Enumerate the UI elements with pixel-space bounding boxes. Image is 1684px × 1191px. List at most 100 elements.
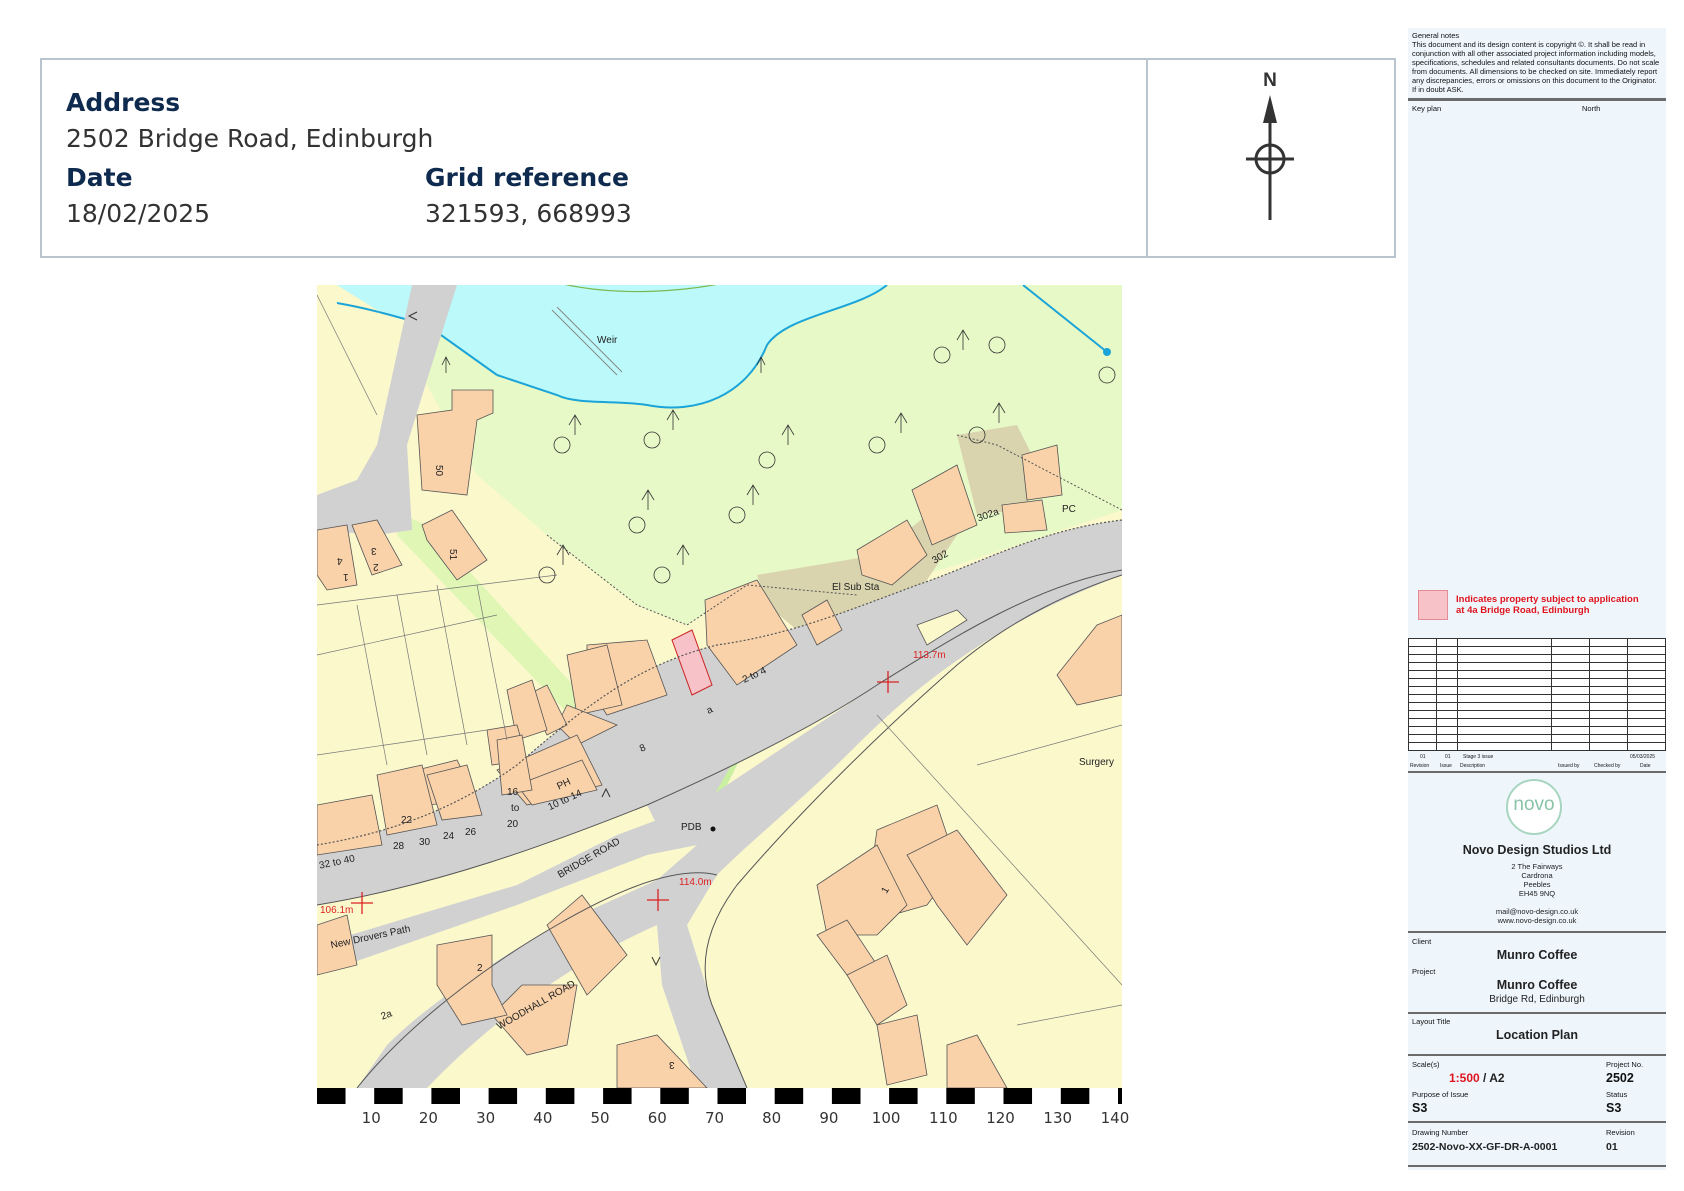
scale-segment [688,1088,718,1104]
company-email[interactable]: mail@novo-design.co.uk [1408,907,1666,916]
map-label-4: 4 [337,555,343,566]
scale-tick-label: 100 [871,1109,901,1127]
project-label: Project [1412,967,1436,976]
scale-tick-label: 20 [418,1109,438,1127]
map-label-3: 3 [371,545,377,556]
scale-paper-size: / A2 [1479,1071,1505,1085]
scale-segment [746,1088,775,1104]
map-label-pdb: PDB [681,822,702,833]
key-plan-label: Key plan [1412,104,1442,113]
layout-title-value: Location Plan [1496,1028,1578,1042]
map-label-height-113: 113.7m [913,650,946,661]
scale-segment [603,1088,632,1104]
scale-segment [517,1088,546,1104]
map-label-50: 50 [433,464,445,477]
legend-swatch [1418,590,1448,620]
panel-divider [1408,1121,1666,1123]
scale-segment [889,1088,918,1104]
novo-logo-icon: novo [1506,779,1562,835]
scale-tick-label: 130 [1043,1109,1073,1127]
scale-segment [1032,1088,1061,1104]
general-notes-title: General notes [1412,31,1460,40]
location-map[interactable]: Weir 50 51 1 3 4 2 302a PC El Sub Sta 30… [317,285,1122,1088]
scale-tick-label: 10 [361,1109,381,1127]
company-address-4: EH45 9NQ [1518,889,1556,898]
company-name: Novo Design Studios Ltd [1462,843,1612,857]
scale-segment [1089,1088,1118,1104]
revision-table: 01 01 Stage 3 issue 05/03/2025 Revision … [1407,638,1667,769]
map-graphic [317,285,1122,1088]
company-address-1: 2 The Fairways [1511,862,1563,871]
scale-ratio: 1:500 [1449,1071,1480,1085]
map-label-to: to [511,803,520,814]
scale-segment [917,1088,947,1104]
map-label-2b: 2 [477,963,483,974]
company-address-2: Cardrona [1521,871,1553,880]
scale-bar [317,1088,1122,1104]
panel-divider [1408,931,1666,933]
map-label-pc: PC [1062,504,1076,515]
date-value: 18/02/2025 [66,199,211,228]
scale-segment [631,1088,661,1104]
map-label-20: 20 [507,819,519,830]
scale-tick-label: 70 [704,1109,725,1127]
project-number-value: 2502 [1606,1071,1634,1085]
scale-tick-label: 140 [1100,1109,1130,1127]
header-box [40,58,1396,258]
scale-segment [660,1088,689,1104]
header-divider [1146,58,1148,258]
company-address-3: Peebles [1523,880,1551,889]
scale-segment [374,1088,403,1104]
revision-value: 01 [1606,1141,1618,1153]
north-label: North [1582,104,1601,113]
map-label-26: 26 [465,827,477,838]
purpose-of-issue-value: S3 [1412,1101,1428,1115]
purpose-of-issue-label: Purpose of Issue [1412,1090,1469,1099]
grid-reference-label: Grid reference [425,163,629,192]
map-label-16: 16 [507,787,519,798]
scale-segment [1003,1088,1033,1104]
project-location: Bridge Rd, Edinburgh [1489,994,1585,1005]
address-value: 2502 Bridge Road, Edinburgh [66,124,434,153]
panel-divider [1408,1012,1666,1014]
drawing-number-value: 2502-Novo-XX-GF-DR-A-0001 [1412,1141,1558,1153]
scale-segment [717,1088,747,1104]
revision-label: Revision [1606,1128,1635,1137]
project-value: Munro Coffee [1496,978,1578,992]
legend-text-line-1: Indicates property subject to applicatio… [1456,594,1639,605]
client-value: Munro Coffee [1496,948,1578,962]
scale-segment [1118,1088,1122,1104]
scale-value: 1:500 / A2 [1449,1071,1505,1085]
map-label-2: 2 [373,561,379,572]
status-label: Status [1606,1090,1628,1099]
scale-label: Scale(s) [1412,1060,1440,1069]
grid-reference-value: 321593, 668993 [425,199,632,228]
panel-divider [1408,771,1666,773]
company-website[interactable]: www.novo-design.co.uk [1408,916,1666,925]
scale-segment [803,1088,832,1104]
project-number-label: Project No. [1606,1060,1644,1069]
scale-tick-label: 120 [986,1109,1015,1127]
scale-segment [345,1088,375,1104]
scale-segment [774,1088,804,1104]
map-label-height-106: 106.1m [320,905,354,916]
map-label-3b: 3 [669,1059,675,1070]
layout-title-label: Layout Title [1412,1017,1451,1026]
scale-segment [860,1088,890,1104]
scale-segment [402,1088,432,1104]
status-value: S3 [1606,1101,1622,1115]
map-label-1: 1 [343,571,349,582]
north-arrow-icon: N [1240,68,1300,228]
scale-tick-label: 30 [476,1109,496,1127]
map-label-51: 51 [447,548,459,561]
map-label-el-sub-sta: El Sub Sta [832,582,880,593]
panel-divider [1408,98,1666,101]
scale-segment [317,1088,346,1104]
panel-divider [1408,1165,1666,1167]
scale-tick-label: 60 [647,1109,667,1127]
date-label: Date [66,163,133,192]
panel-divider [1408,1054,1666,1056]
scale-segment [488,1088,518,1104]
drawing-number-label: Drawing Number [1412,1128,1469,1137]
scale-tick-label: 80 [762,1109,782,1127]
